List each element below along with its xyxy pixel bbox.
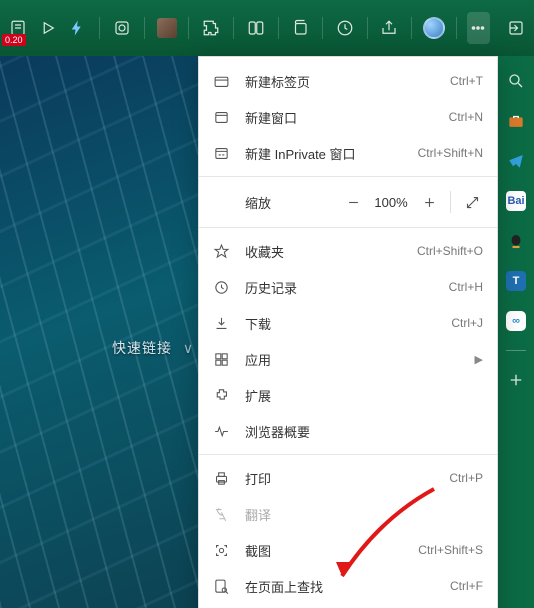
menu-screenshot[interactable]: 截图 Ctrl+Shift+S: [199, 532, 497, 568]
infinity-icon[interactable]: ∞: [505, 310, 527, 332]
menu-label: 新建标签页: [245, 72, 450, 91]
profile-icon[interactable]: [422, 12, 446, 44]
shortcut-text: Ctrl+Shift+N: [418, 146, 483, 160]
badge-number: 0.20: [2, 34, 26, 46]
menu-browser-essentials[interactable]: 浏览器概要: [199, 413, 497, 449]
more-menu-button[interactable]: [467, 12, 491, 44]
menu-zoom-row: 缩放 100%: [199, 182, 497, 222]
menu-new-window[interactable]: 新建窗口 Ctrl+N: [199, 99, 497, 135]
chevron-down-icon: ∨: [183, 340, 194, 356]
baidu-icon[interactable]: Bai: [505, 190, 527, 212]
share-icon[interactable]: [377, 12, 401, 44]
grid-app-icon[interactable]: [110, 12, 134, 44]
login-icon[interactable]: [504, 12, 528, 44]
quick-links-text: 快速链接: [112, 340, 172, 356]
history-icon: [211, 277, 231, 297]
collections-icon[interactable]: [288, 12, 312, 44]
extensions-icon[interactable]: [199, 12, 223, 44]
menu-print[interactable]: 打印 Ctrl+P: [199, 460, 497, 496]
menu-label: 收藏夹: [245, 242, 417, 261]
menu-find[interactable]: 在页面上查找 Ctrl+F: [199, 568, 497, 604]
avatar-thumb[interactable]: [155, 12, 179, 44]
menu-label: 打印: [245, 469, 449, 488]
briefcase-icon[interactable]: [505, 110, 527, 132]
search-icon[interactable]: [505, 70, 527, 92]
sidebar-divider: [506, 350, 526, 351]
pdf-icon[interactable]: 0.20: [6, 12, 30, 44]
pulse-icon: [211, 421, 231, 441]
find-icon: [211, 576, 231, 596]
zoom-value: 100%: [368, 195, 414, 210]
zoom-in-button[interactable]: [414, 187, 444, 217]
menu-label: 下载: [245, 314, 451, 333]
shortcut-text: Ctrl+Shift+O: [417, 244, 483, 258]
star-icon: [211, 241, 231, 261]
history-toolbar-icon[interactable]: [333, 12, 357, 44]
menu-label: 扩展: [245, 386, 483, 405]
shortcut-text: Ctrl+Shift+S: [418, 543, 483, 557]
menu-label: 新建 InPrivate 窗口: [245, 144, 418, 163]
window-icon: [211, 107, 231, 127]
screenshot-icon: [211, 540, 231, 560]
shortcut-text: Ctrl+J: [451, 316, 483, 330]
menu-label: 新建窗口: [245, 108, 449, 127]
menu-translate: 翻译: [199, 496, 497, 532]
translate-icon: [211, 504, 231, 524]
apps-icon: [211, 349, 231, 369]
play-icon[interactable]: [36, 12, 60, 44]
menu-extensions[interactable]: 扩展: [199, 377, 497, 413]
download-icon: [211, 313, 231, 333]
menu-label: 应用: [245, 350, 469, 369]
app-t-icon[interactable]: T: [505, 270, 527, 292]
shortcut-text: Ctrl+H: [449, 280, 483, 294]
split-screen-icon[interactable]: [244, 12, 268, 44]
menu-label: 截图: [245, 541, 418, 560]
bolt-icon[interactable]: [66, 12, 90, 44]
app-menu: 新建标签页 Ctrl+T 新建窗口 Ctrl+N 新建 InPrivate 窗口…: [198, 56, 498, 608]
qq-icon[interactable]: [505, 230, 527, 252]
menu-apps[interactable]: 应用 ▶: [199, 341, 497, 377]
menu-label: 浏览器概要: [245, 422, 483, 441]
chevron-right-icon: ▶: [475, 353, 483, 366]
fullscreen-button[interactable]: [457, 187, 487, 217]
menu-more-tools[interactable]: 更多工具 ▶: [199, 604, 497, 608]
menu-label: 在页面上查找: [245, 577, 450, 596]
menu-favorites[interactable]: 收藏夹 Ctrl+Shift+O: [199, 233, 497, 269]
puzzle-icon: [211, 385, 231, 405]
telegram-icon[interactable]: [505, 150, 527, 172]
shortcut-text: Ctrl+F: [450, 579, 483, 593]
quick-links-label[interactable]: 快速链接 ∨: [112, 338, 194, 358]
menu-downloads[interactable]: 下载 Ctrl+J: [199, 305, 497, 341]
menu-label: 历史记录: [245, 278, 449, 297]
menu-history[interactable]: 历史记录 Ctrl+H: [199, 269, 497, 305]
menu-new-inprivate[interactable]: 新建 InPrivate 窗口 Ctrl+Shift+N: [199, 135, 497, 171]
tab-icon: [211, 71, 231, 91]
add-sidebar-icon[interactable]: [505, 369, 527, 391]
zoom-out-button[interactable]: [338, 187, 368, 217]
shortcut-text: Ctrl+N: [449, 110, 483, 124]
zoom-label: 缩放: [245, 193, 338, 212]
shortcut-text: Ctrl+P: [449, 471, 483, 485]
menu-new-tab[interactable]: 新建标签页 Ctrl+T: [199, 63, 497, 99]
shortcut-text: Ctrl+T: [450, 74, 483, 88]
print-icon: [211, 468, 231, 488]
browser-toolbar: 0.20: [0, 0, 534, 56]
inprivate-icon: [211, 143, 231, 163]
menu-label: 翻译: [245, 505, 483, 524]
vertical-sidebar: Bai T ∞: [498, 56, 534, 608]
